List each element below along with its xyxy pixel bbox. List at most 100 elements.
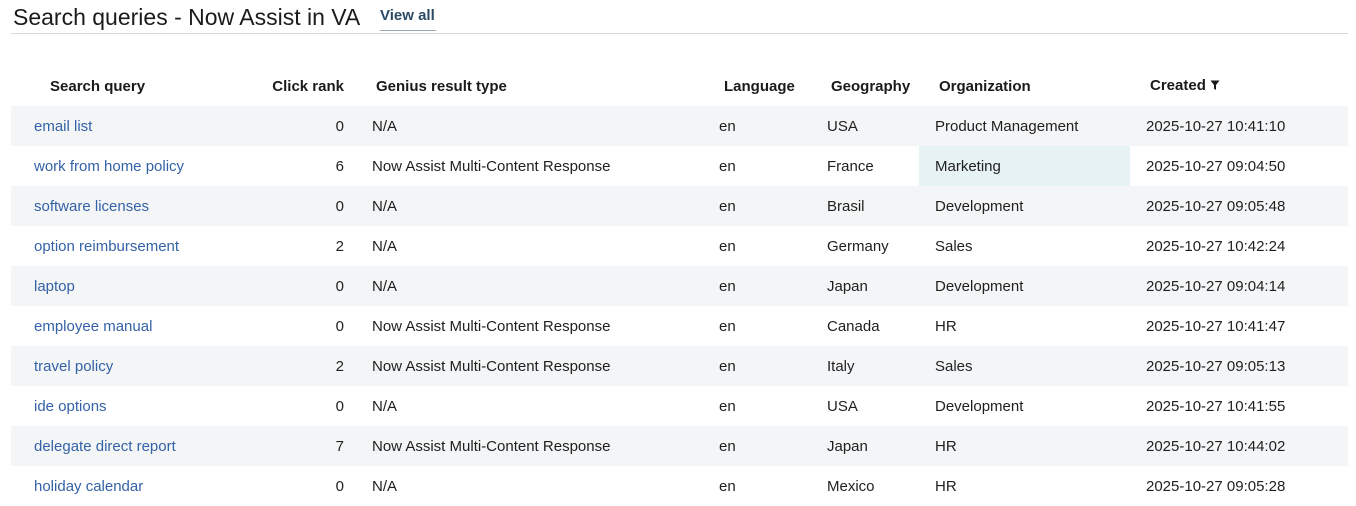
search-query-cell: email list — [11, 106, 242, 146]
organization-cell: Development — [919, 386, 1130, 426]
search-query-link[interactable]: delegate direct report — [34, 438, 176, 455]
genius-result-type-cell: N/A — [352, 466, 688, 506]
table-row[interactable]: ide options 0 N/A en USA Development 2025-10-2… — [11, 386, 1348, 426]
search-query-link[interactable]: laptop — [34, 278, 75, 295]
search-query-cell: delegate direct report — [11, 426, 242, 466]
geography-cell: Germany — [798, 226, 919, 266]
click-rank-cell: 2 — [242, 226, 352, 266]
table-row[interactable]: software licenses 0 N/A en Brasil Development… — [11, 186, 1348, 226]
created-cell: 2025-10-27 09:05:28 — [1130, 466, 1348, 506]
genius-result-type-cell: N/A — [352, 226, 688, 266]
organization-cell: HR — [919, 306, 1130, 346]
organization-cell: HR — [919, 466, 1130, 506]
search-query-cell: laptop — [11, 266, 242, 306]
column-header-created[interactable]: Created — [1130, 66, 1348, 106]
geography-cell: France — [798, 146, 919, 186]
column-header-geography[interactable]: Geography — [798, 66, 919, 106]
created-cell: 2025-10-27 10:42:24 — [1130, 226, 1348, 266]
geography-cell: Italy — [798, 346, 919, 386]
organization-cell: Sales — [919, 226, 1130, 266]
language-cell: en — [688, 386, 798, 426]
language-cell: en — [688, 186, 798, 226]
filter-icon[interactable] — [1210, 78, 1220, 95]
click-rank-cell: 0 — [242, 386, 352, 426]
table-row[interactable]: delegate direct report 7 Now Assist Multi-… — [11, 426, 1348, 466]
table-row[interactable]: option reimbursement 2 N/A en Germany Sales 20… — [11, 226, 1348, 266]
column-header-organization[interactable]: Organization — [919, 66, 1130, 106]
organization-cell: Development — [919, 186, 1130, 226]
genius-result-type-cell: Now Assist Multi-Content Response — [352, 426, 688, 466]
genius-result-type-cell: N/A — [352, 266, 688, 306]
geography-cell: Brasil — [798, 186, 919, 226]
language-cell: en — [688, 106, 798, 146]
organization-cell: Development — [919, 266, 1130, 306]
created-cell: 2025-10-27 09:05:13 — [1130, 346, 1348, 386]
click-rank-cell: 0 — [242, 266, 352, 306]
column-header-language[interactable]: Language — [688, 66, 798, 106]
search-query-link[interactable]: travel policy — [34, 358, 113, 375]
search-query-link[interactable]: holiday calendar — [34, 478, 143, 495]
column-header-search-query[interactable]: Search query — [11, 66, 242, 106]
geography-cell: Japan — [798, 426, 919, 466]
language-cell: en — [688, 346, 798, 386]
created-cell: 2025-10-27 09:04:50 — [1130, 146, 1348, 186]
organization-cell: Marketing — [919, 146, 1130, 186]
geography-cell: Mexico — [798, 466, 919, 506]
search-query-link[interactable]: email list — [34, 118, 92, 135]
language-cell: en — [688, 146, 798, 186]
genius-result-type-cell: Now Assist Multi-Content Response — [352, 306, 688, 346]
table-row[interactable]: work from home policy 6 Now Assist Multi-C… — [11, 146, 1348, 186]
table-header-row: Search query Click rank Genius result ty… — [11, 66, 1348, 106]
widget-title: Search queries - Now Assist in VA — [13, 4, 361, 30]
genius-result-type-cell: N/A — [352, 106, 688, 146]
language-cell: en — [688, 466, 798, 506]
table-row[interactable]: email list 0 N/A en USA Product Management 202… — [11, 106, 1348, 146]
created-cell: 2025-10-27 10:41:10 — [1130, 106, 1348, 146]
click-rank-cell: 6 — [242, 146, 352, 186]
search-query-cell: travel policy — [11, 346, 242, 386]
click-rank-cell: 7 — [242, 426, 352, 466]
geography-cell: USA — [798, 106, 919, 146]
search-query-link[interactable]: ide options — [34, 398, 107, 415]
genius-result-type-cell: Now Assist Multi-Content Response — [352, 346, 688, 386]
click-rank-cell: 0 — [242, 106, 352, 146]
genius-result-type-cell: Now Assist Multi-Content Response — [352, 146, 688, 186]
created-cell: 2025-10-27 10:41:47 — [1130, 306, 1348, 346]
widget-header: Search queries - Now Assist in VA View a… — [11, 0, 1348, 34]
created-cell: 2025-10-27 09:05:48 — [1130, 186, 1348, 226]
search-query-cell: employee manual — [11, 306, 242, 346]
genius-result-type-cell: N/A — [352, 386, 688, 426]
geography-cell: Japan — [798, 266, 919, 306]
organization-cell: Sales — [919, 346, 1130, 386]
view-all-link[interactable]: View all — [380, 7, 436, 31]
genius-result-type-cell: N/A — [352, 186, 688, 226]
table-row[interactable]: travel policy 2 Now Assist Multi-Content R… — [11, 346, 1348, 386]
table-row[interactable]: holiday calendar 0 N/A en Mexico HR 2025-10-27… — [11, 466, 1348, 506]
click-rank-cell: 0 — [242, 466, 352, 506]
click-rank-cell: 2 — [242, 346, 352, 386]
search-query-cell: work from home policy — [11, 146, 242, 186]
column-header-created-label: Created — [1150, 77, 1206, 94]
created-cell: 2025-10-27 10:41:55 — [1130, 386, 1348, 426]
search-query-cell: holiday calendar — [11, 466, 242, 506]
search-queries-table: Search query Click rank Genius result ty… — [11, 66, 1348, 506]
language-cell: en — [688, 426, 798, 466]
created-cell: 2025-10-27 09:04:14 — [1130, 266, 1348, 306]
search-query-link[interactable]: software licenses — [34, 198, 149, 215]
created-cell: 2025-10-27 10:44:02 — [1130, 426, 1348, 466]
language-cell: en — [688, 266, 798, 306]
search-query-link[interactable]: option reimbursement — [34, 238, 179, 255]
search-query-cell: ide options — [11, 386, 242, 426]
search-query-link[interactable]: employee manual — [34, 318, 152, 335]
language-cell: en — [688, 226, 798, 266]
search-query-link[interactable]: work from home policy — [34, 158, 184, 175]
organization-cell: Product Management — [919, 106, 1130, 146]
column-header-genius-result-type[interactable]: Genius result type — [352, 66, 688, 106]
organization-cell: HR — [919, 426, 1130, 466]
geography-cell: USA — [798, 386, 919, 426]
table-row[interactable]: laptop 0 N/A en Japan Development 2025-10-27 0… — [11, 266, 1348, 306]
table-row[interactable]: employee manual 0 Now Assist Multi-Content… — [11, 306, 1348, 346]
column-header-click-rank[interactable]: Click rank — [242, 66, 352, 106]
click-rank-cell: 0 — [242, 306, 352, 346]
geography-cell: Canada — [798, 306, 919, 346]
